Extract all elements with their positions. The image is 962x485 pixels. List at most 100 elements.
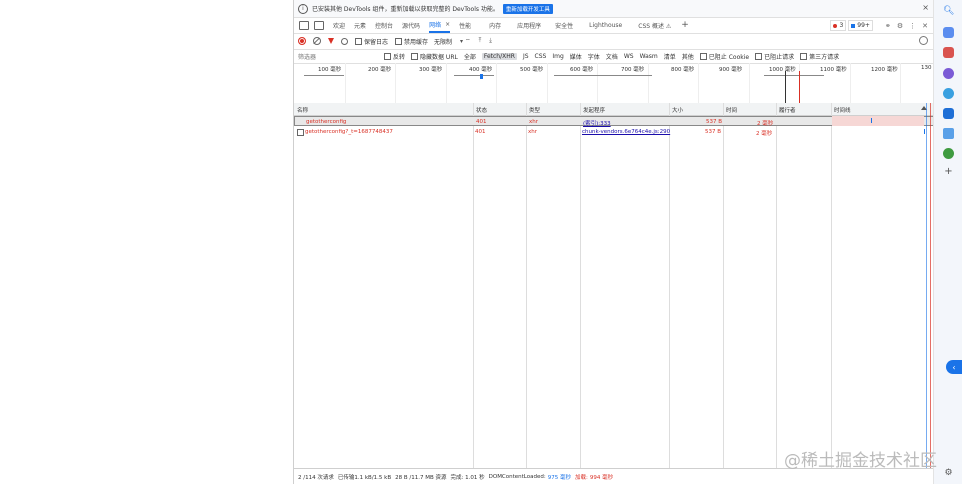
filter-input[interactable]: 筛选器 bbox=[298, 52, 378, 61]
column-fulfilled-by[interactable]: 履行者 bbox=[779, 106, 796, 114]
column-type[interactable]: 类型 bbox=[529, 106, 540, 114]
overview-tick: 1200 毫秒 bbox=[871, 67, 898, 73]
row-time: 2 毫秒 bbox=[756, 131, 773, 137]
overview-tick: 100 毫秒 bbox=[318, 67, 342, 73]
connect-icon[interactable]: ⚭ bbox=[885, 22, 891, 30]
row-initiator-link[interactable]: (索引):333 bbox=[583, 119, 611, 127]
filter-type-all[interactable]: 全部 bbox=[464, 52, 476, 61]
shopping-icon[interactable] bbox=[943, 128, 954, 139]
warning-count-badge[interactable]: 99+ bbox=[848, 20, 873, 31]
checkbox[interactable] bbox=[411, 52, 419, 60]
network-settings-gear-icon[interactable] bbox=[919, 36, 928, 45]
filter-type-js[interactable]: JS bbox=[523, 53, 529, 60]
network-conditions-icon[interactable]: ▾ ⌔ bbox=[460, 37, 471, 45]
tab-performance[interactable]: 性能 bbox=[459, 17, 471, 33]
device-toolbar-icon[interactable] bbox=[314, 20, 324, 30]
add-icon[interactable]: + bbox=[943, 166, 954, 177]
games-icon[interactable] bbox=[943, 68, 954, 79]
settings-gear-icon[interactable]: ⚙ bbox=[897, 22, 903, 30]
checkbox[interactable] bbox=[800, 52, 808, 60]
tab-console[interactable]: 控制台 bbox=[375, 17, 393, 33]
infobar-text: 已安装其他 DevTools 组件，重新加载以获取完整的 DevTools 功能… bbox=[312, 6, 499, 13]
row-checkbox[interactable] bbox=[297, 129, 304, 136]
sidebar-collapse-tab[interactable]: ‹ bbox=[946, 360, 962, 374]
waterfall-load-line bbox=[930, 103, 931, 468]
filter-type-fetch-xhr[interactable]: Fetch/XHR bbox=[481, 52, 517, 60]
checkbox[interactable] bbox=[755, 52, 763, 60]
preserve-log-checkbox[interactable]: 保留日志 bbox=[355, 37, 388, 46]
filter-type-media[interactable]: 媒体 bbox=[570, 52, 582, 61]
tab-application[interactable]: 应用程序 bbox=[517, 17, 541, 33]
sidebar-settings-gear-icon[interactable]: ⚙ bbox=[943, 468, 954, 479]
column-waterfall[interactable]: 时间线 bbox=[834, 106, 851, 114]
row-name[interactable]: getotherconfig?_t=1687748437 bbox=[305, 129, 393, 135]
overview-gridline bbox=[496, 63, 497, 103]
tag-icon[interactable] bbox=[943, 27, 954, 38]
column-name[interactable]: 名称 bbox=[297, 106, 308, 114]
column-time[interactable]: 时间 bbox=[726, 106, 737, 114]
column-divider bbox=[776, 103, 777, 468]
search-icon[interactable]: 🔍︎ bbox=[943, 6, 954, 17]
close-devtools-icon[interactable]: ✕ bbox=[922, 22, 928, 30]
overview-gridline bbox=[648, 63, 649, 103]
infobar-close-icon[interactable]: × bbox=[922, 3, 929, 12]
add-tab-icon[interactable]: + bbox=[681, 20, 689, 30]
error-count-badge[interactable]: 3 bbox=[830, 20, 847, 31]
overview-dcl-line bbox=[785, 71, 786, 103]
filter-type-ws[interactable]: WS bbox=[624, 53, 634, 60]
waterfall-selected bbox=[832, 116, 924, 126]
column-divider bbox=[526, 103, 527, 468]
filter-type-css[interactable]: CSS bbox=[535, 53, 547, 60]
tree-icon[interactable] bbox=[943, 148, 954, 159]
blocked-requests-checkbox[interactable]: 已阻止请求 bbox=[755, 52, 794, 61]
blocked-cookies-checkbox[interactable]: 已阻止 Cookie bbox=[699, 52, 749, 61]
outlook-icon[interactable] bbox=[943, 108, 954, 119]
tab-sources[interactable]: 源代码 bbox=[402, 17, 420, 33]
filter-type-font[interactable]: 字体 bbox=[588, 52, 600, 61]
tab-welcome[interactable]: 欢迎 bbox=[333, 17, 345, 33]
checkbox[interactable] bbox=[395, 37, 403, 45]
clear-button[interactable] bbox=[313, 37, 321, 45]
checkbox[interactable] bbox=[699, 52, 707, 60]
checkbox[interactable] bbox=[384, 52, 391, 60]
invert-checkbox[interactable]: 反转 bbox=[384, 52, 405, 61]
tab-css-overview[interactable]: CSS 概述 ⚠ bbox=[638, 17, 671, 33]
tab-lighthouse[interactable]: Lighthouse bbox=[589, 17, 622, 33]
column-initiator[interactable]: 发起程序 bbox=[583, 106, 605, 114]
export-har-icon[interactable]: ⤓ bbox=[489, 37, 492, 45]
reload-devtools-button[interactable]: 重新加载开发工具 bbox=[502, 3, 553, 14]
row-initiator-link[interactable]: chunk-vendors.6e764c4e.js:290 bbox=[582, 129, 670, 135]
filter-type-other[interactable]: 其他 bbox=[682, 52, 694, 61]
inspect-element-icon[interactable] bbox=[299, 20, 309, 30]
tab-network[interactable]: 网络 × bbox=[429, 17, 451, 33]
filter-type-doc[interactable]: 文档 bbox=[606, 52, 618, 61]
disable-cache-checkbox[interactable]: 禁用缓存 bbox=[395, 37, 428, 46]
filter-icon[interactable] bbox=[328, 38, 334, 44]
hide-data-urls-checkbox[interactable]: 隐藏数据 URL bbox=[411, 52, 458, 61]
throttle-select[interactable]: 无限制 bbox=[434, 37, 452, 46]
tab-security[interactable]: 安全性 bbox=[555, 17, 573, 33]
row-name[interactable]: getotherconfig bbox=[306, 119, 346, 125]
column-size[interactable]: 大小 bbox=[672, 106, 683, 114]
toolbox-icon[interactable] bbox=[943, 47, 954, 58]
row-time: 2 毫秒 bbox=[757, 121, 774, 127]
tab-elements[interactable]: 元素 bbox=[354, 17, 366, 33]
more-menu-icon[interactable]: ⋮ bbox=[909, 22, 916, 30]
checkbox[interactable] bbox=[355, 37, 362, 45]
inspected-page bbox=[0, 0, 293, 484]
network-overview[interactable]: 100 毫秒 200 毫秒 300 毫秒 400 毫秒 500 毫秒 600 毫… bbox=[294, 63, 934, 104]
search-icon[interactable] bbox=[341, 37, 348, 45]
record-button[interactable] bbox=[298, 37, 306, 45]
column-status[interactable]: 状态 bbox=[476, 106, 487, 114]
filter-type-manifest[interactable]: 清单 bbox=[664, 52, 676, 61]
filter-type-wasm[interactable]: Wasm bbox=[640, 53, 658, 60]
third-party-checkbox[interactable]: 第三方请求 bbox=[800, 52, 839, 61]
tab-memory[interactable]: 内存 bbox=[489, 17, 501, 33]
status-dcl-value: 975 毫秒 bbox=[547, 475, 571, 481]
office-icon[interactable] bbox=[943, 88, 954, 99]
filter-bar: 筛选器 反转 隐藏数据 URL 全部 Fetch/XHR JS CSS Img … bbox=[294, 49, 934, 64]
import-har-icon[interactable]: ⤒ bbox=[479, 37, 482, 45]
tab-close-icon[interactable]: × bbox=[445, 21, 450, 28]
table-row[interactable]: getotherconfig?_t=1687748437 401 xhr chu… bbox=[294, 127, 934, 137]
filter-type-img[interactable]: Img bbox=[552, 53, 563, 60]
